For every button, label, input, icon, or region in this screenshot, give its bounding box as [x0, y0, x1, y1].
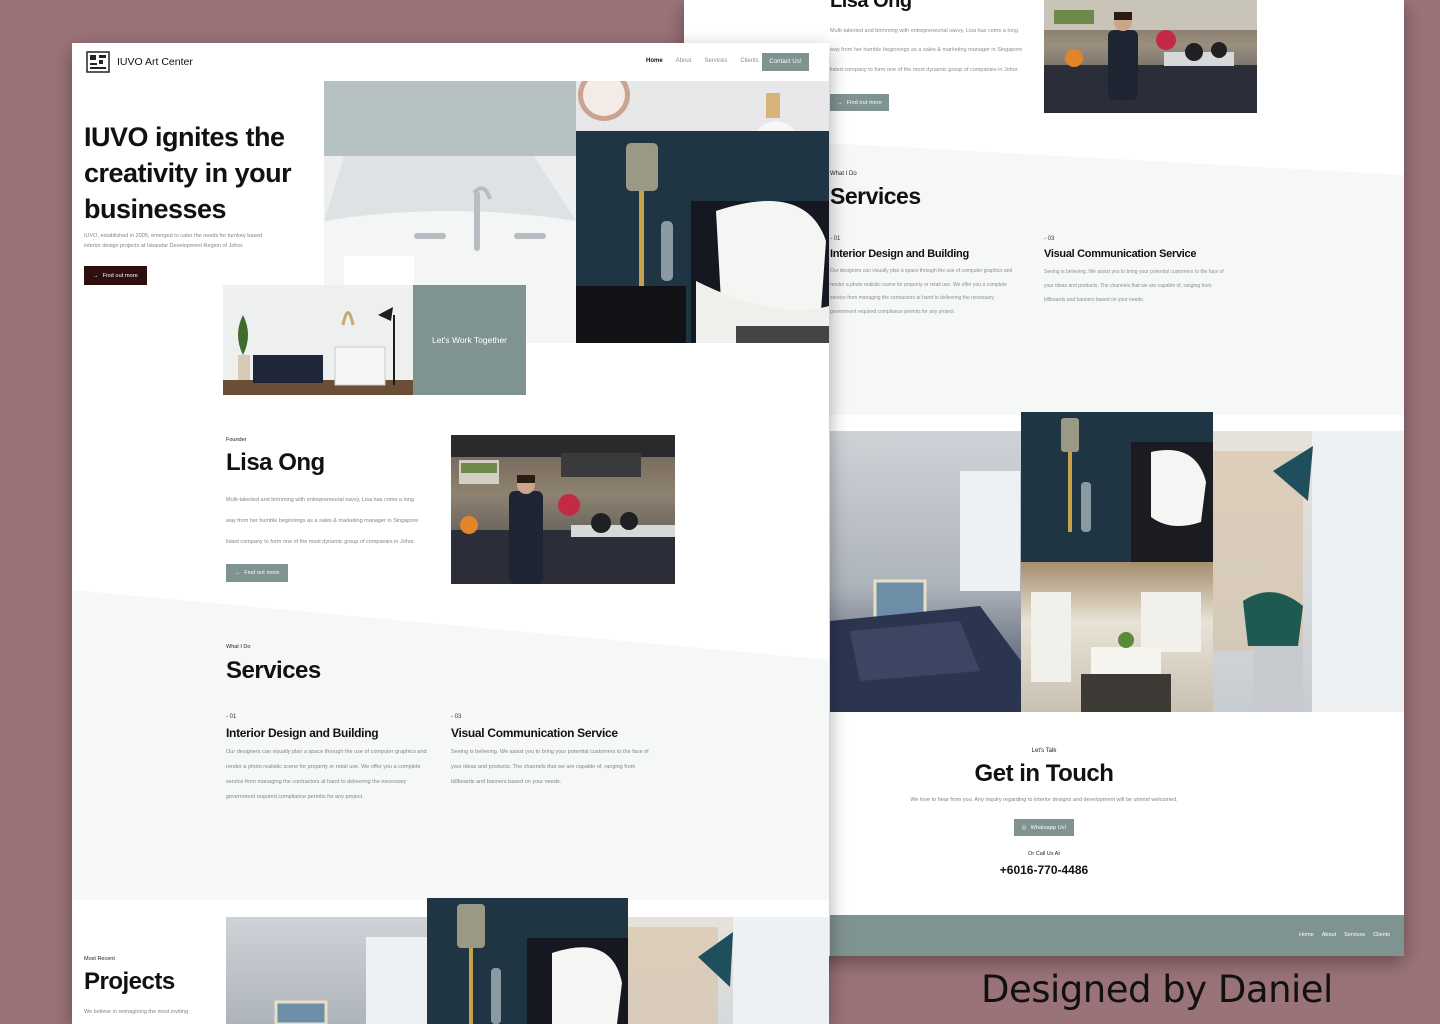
founder-eyebrow: Founder	[226, 437, 247, 443]
footer-link-services[interactable]: Services	[1344, 932, 1365, 938]
brand-name[interactable]: IUVO Art Center	[117, 56, 193, 68]
service-title: Visual Communication Service	[451, 726, 618, 740]
founder-description: Multi-talented and brimming with entrepr…	[226, 497, 419, 545]
service-description: Our designers can visually plan a space …	[226, 749, 427, 800]
service-description: Seeing is believing. We assist you to br…	[451, 749, 649, 785]
lets-work-together-card[interactable]: Let's Work Together	[413, 285, 526, 395]
projects-description: We believe in reimagining the most invit…	[84, 1009, 189, 1015]
arrow-right-icon: →	[234, 570, 241, 576]
footer-link-home[interactable]: Home	[1299, 932, 1314, 938]
footer-link-about[interactable]: About	[1322, 932, 1336, 938]
project-photo-living-room	[226, 917, 427, 1024]
whatsapp-button[interactable]: ◎ Whatsapp Us!	[1014, 819, 1074, 836]
service-number: - 01	[226, 714, 237, 720]
main-nav: Home About Services Clients	[646, 58, 759, 64]
nav-about[interactable]: About	[676, 58, 692, 64]
services-eyebrow: What I Do	[226, 644, 251, 650]
webpage-preview-main: IUVO Art Center Home About Services Clie…	[72, 43, 829, 1024]
service-number: - 03	[1044, 236, 1055, 242]
project-photo-bedroom	[1021, 412, 1213, 562]
projects-eyebrow: Most Recent	[84, 956, 115, 962]
founder-find-out-more-button[interactable]: → Find out more	[226, 564, 288, 582]
nav-clients[interactable]: Clients	[740, 58, 758, 64]
project-photo-kitchen	[1021, 562, 1213, 712]
project-photo-lounge	[1213, 431, 1404, 712]
service-description: Our designers can visually plan a space …	[830, 268, 1013, 315]
project-photo-bedroom	[427, 898, 628, 1024]
nav-home[interactable]: Home	[646, 58, 663, 64]
nav-services[interactable]: Services	[704, 58, 727, 64]
service-title: Interior Design and Building	[226, 726, 379, 740]
projects-title: Projects	[84, 968, 175, 995]
hero-photo-living-room	[223, 285, 413, 395]
footer-link-clients[interactable]: Clients	[1373, 932, 1390, 938]
designer-caption: Designed by Daniel	[981, 968, 1333, 1011]
hero-title: IUVO ignites the creativity in your busi…	[84, 122, 292, 224]
project-photo-living-room	[830, 431, 1021, 712]
service-number: - 03	[451, 714, 462, 720]
founder-photo	[451, 435, 675, 584]
service-title: Interior Design and Building	[830, 248, 969, 260]
services-title: Services	[830, 183, 921, 209]
arrow-right-icon: →	[837, 99, 843, 106]
iuvo-logo-icon[interactable]	[86, 51, 110, 73]
arrow-right-icon: →	[93, 272, 99, 279]
contact-us-button[interactable]: Contact Us!	[762, 53, 809, 71]
service-title: Visual Communication Service	[1044, 248, 1197, 260]
hero-find-out-more-button[interactable]: → Find out more	[84, 266, 147, 285]
founder-description: Multi-talented and brimming with entrepr…	[830, 28, 1023, 73]
footer: Home About Services Clients	[830, 915, 1404, 956]
founder-name: Lisa Ong	[226, 449, 325, 476]
whatsapp-icon: ◎	[1021, 824, 1027, 831]
service-number: - 01	[830, 236, 841, 242]
founder-find-out-more-button[interactable]: → Find out more	[830, 94, 889, 111]
founder-photo	[1044, 0, 1257, 113]
hero-description: IUVO, established in 2005, emerged to ca…	[84, 233, 263, 249]
service-description: Seeing is believing. We assist you to br…	[1044, 269, 1224, 303]
hero-photo-bedroom	[576, 131, 829, 343]
services-title: Services	[226, 657, 321, 684]
founder-name: Lisa Ong	[830, 0, 912, 12]
services-eyebrow: What I Do	[830, 171, 857, 177]
hero-photo-clock-wall	[576, 81, 829, 131]
project-photo-lounge	[628, 917, 829, 1024]
